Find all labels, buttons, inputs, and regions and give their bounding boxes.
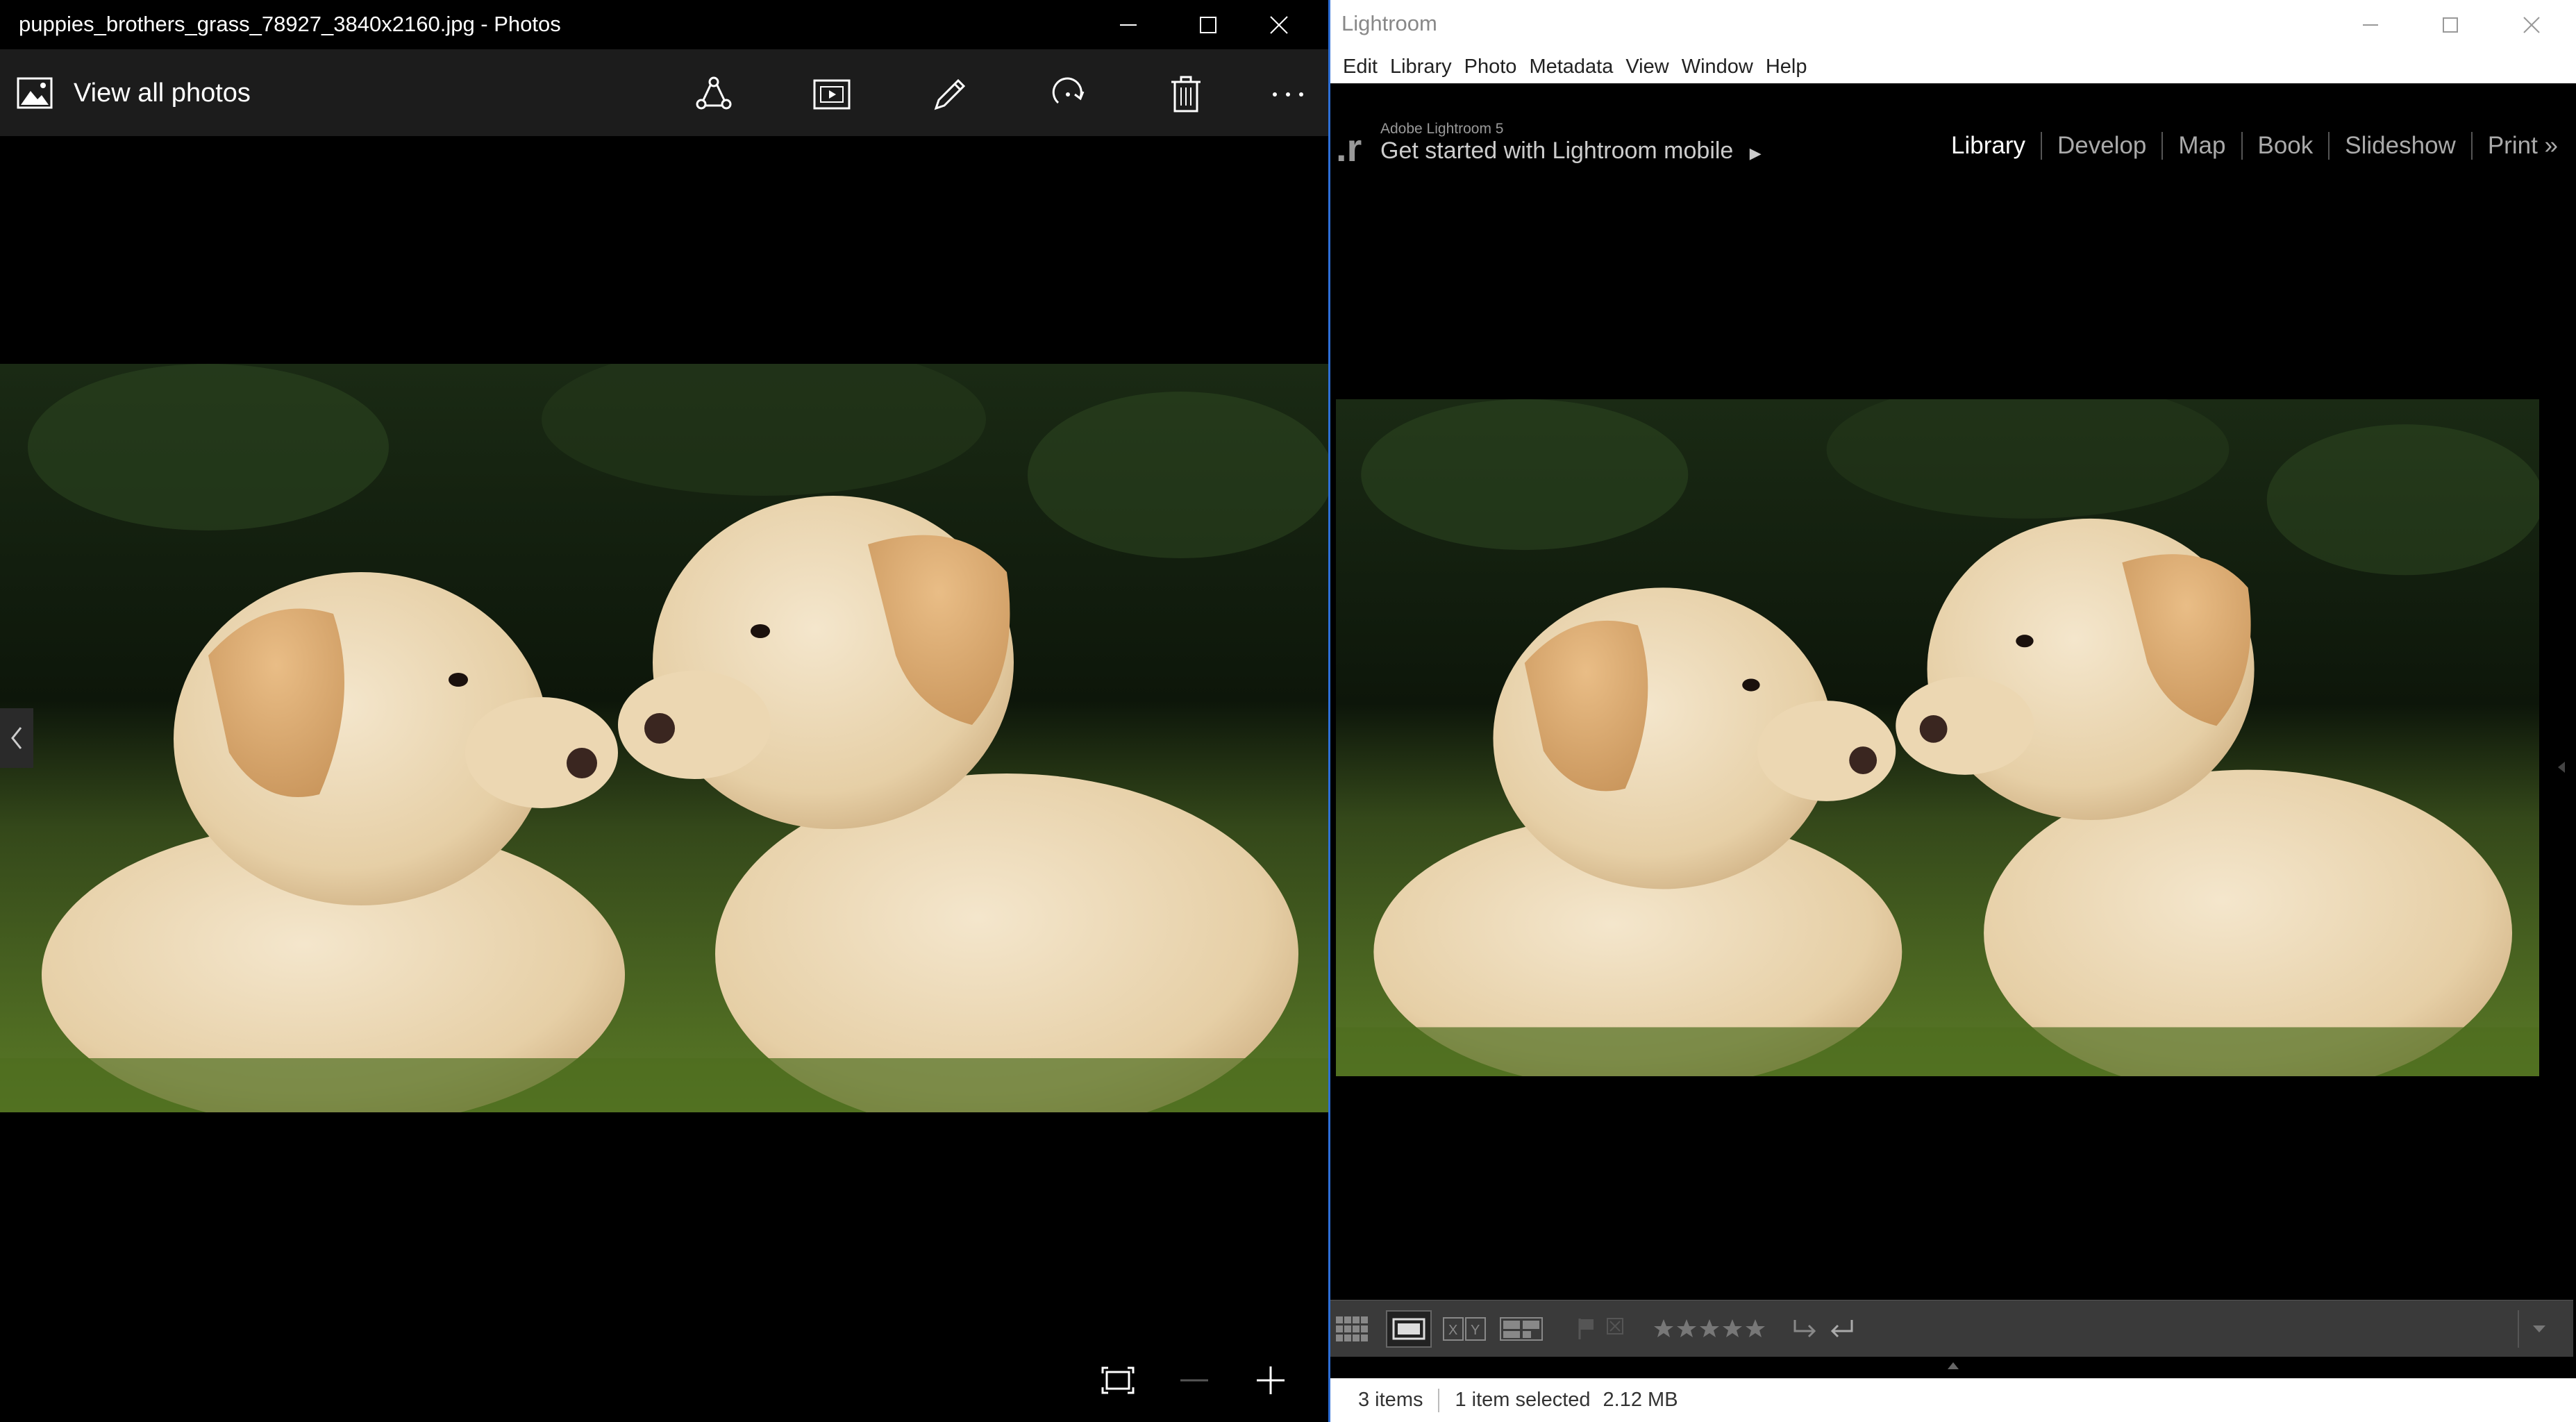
module-slideshow[interactable]: Slideshow: [2330, 132, 2473, 160]
menu-help[interactable]: Help: [1766, 56, 1807, 78]
rotate-icon: [1052, 77, 1085, 104]
module-print[interactable]: Print »: [2473, 132, 2562, 160]
delete-button[interactable]: [1148, 68, 1224, 121]
more-button[interactable]: [1250, 68, 1326, 121]
photos-toolbar: View all photos: [0, 49, 1328, 136]
lightroom-logo-icon: .r: [1336, 126, 1362, 169]
view-all-photos-label: View all photos: [74, 78, 251, 108]
share-button[interactable]: [676, 68, 752, 121]
puppy-photo[interactable]: [0, 364, 1328, 1112]
menu-library[interactable]: Library: [1390, 56, 1452, 78]
menu-window[interactable]: Window: [1682, 56, 1753, 78]
zoom-in-button[interactable]: [1239, 1354, 1302, 1407]
chevron-left-icon: [11, 727, 22, 749]
share-icon: [696, 76, 732, 110]
chevron-down-icon: [2533, 1325, 2545, 1332]
compare-view-button[interactable]: XY: [1440, 1310, 1489, 1348]
puppies-image: [1336, 399, 2539, 1076]
grid-view-button[interactable]: [1332, 1310, 1373, 1348]
lightroom-puppy-photo[interactable]: [1336, 399, 2539, 1076]
loupe-view-icon: [1392, 1318, 1425, 1340]
module-develop[interactable]: Develop: [2042, 132, 2164, 160]
lightroom-status-bar: 3 items 1 item selected 2.12 MB: [1330, 1378, 2576, 1422]
minimize-icon: [1120, 24, 1137, 26]
lightroom-mobile-label: Get started with Lightroom mobile: [1380, 137, 1734, 164]
photos-window: puppies_brothers_grass_78927_3840x2160.j…: [0, 0, 1328, 1422]
double-chevron-right-icon: »: [2544, 132, 2558, 159]
puppies-image: [0, 364, 1328, 1112]
selection-status: 1 item selected: [1455, 1389, 1591, 1411]
lightroom-close-button[interactable]: [2490, 0, 2573, 50]
flag-pick-button[interactable]: [1573, 1310, 1598, 1348]
photos-window-title: puppies_brothers_grass_78927_3840x2160.j…: [19, 12, 561, 36]
slideshow-button[interactable]: [794, 68, 870, 121]
minimize-icon: [2362, 24, 2378, 26]
slideshow-icon: [813, 79, 851, 110]
item-count: 3 items: [1358, 1389, 1423, 1411]
reject-flag-icon: [1607, 1318, 1623, 1335]
triangle-left-icon: [2558, 762, 2565, 773]
module-print-label: Print: [2487, 132, 2538, 159]
rotate-right-button[interactable]: [1826, 1310, 1858, 1348]
photo-gallery-icon: [17, 77, 53, 109]
file-size: 2.12 MB: [1603, 1389, 1678, 1411]
photos-titlebar: puppies_brothers_grass_78927_3840x2160.j…: [0, 0, 1328, 49]
menu-edit[interactable]: Edit: [1343, 56, 1378, 78]
menu-metadata[interactable]: Metadata: [1529, 56, 1613, 78]
delete-icon: [1171, 76, 1201, 112]
previous-photo-button[interactable]: [0, 708, 33, 768]
close-icon: [2523, 17, 2540, 33]
close-icon: [1269, 15, 1288, 34]
module-library[interactable]: Library: [1936, 132, 2042, 160]
zoom-out-button[interactable]: [1163, 1354, 1226, 1407]
lightroom-maximize-button[interactable]: [2410, 0, 2490, 50]
more-icon: [1273, 92, 1303, 97]
maximize-icon: [2442, 17, 2458, 33]
flag-reject-button[interactable]: [1603, 1310, 1628, 1348]
rotate-left-button[interactable]: [1789, 1310, 1821, 1348]
lightroom-titlebar: Lightroom: [1330, 0, 2576, 50]
loupe-view-button[interactable]: [1386, 1310, 1432, 1348]
rotate-left-icon: [1793, 1320, 1816, 1338]
edit-icon: [934, 78, 966, 110]
lightroom-menubar: Edit Library Photo Metadata View Window …: [1330, 50, 2576, 83]
identity-plate-subtitle: Adobe Lightroom 5: [1380, 121, 1504, 137]
rotate-button[interactable]: [1030, 68, 1106, 121]
menu-photo[interactable]: Photo: [1464, 56, 1517, 78]
flag-icon: [1578, 1319, 1594, 1339]
zoom-out-icon: [1180, 1379, 1208, 1382]
compare-view-icon: XY: [1443, 1317, 1486, 1341]
module-picker: Library Develop Map Book Slideshow Print…: [1936, 132, 2562, 160]
star-rating-icon: [1654, 1319, 1765, 1337]
view-all-photos-button[interactable]: View all photos: [17, 69, 251, 117]
menu-view[interactable]: View: [1625, 56, 1668, 78]
star-rating[interactable]: [1651, 1310, 1769, 1348]
fit-to-window-button[interactable]: [1087, 1354, 1149, 1407]
edit-button[interactable]: [912, 68, 988, 121]
right-panel-collapsed[interactable]: [2543, 177, 2576, 1300]
survey-view-icon: [1500, 1317, 1543, 1341]
bottom-panel-toggle[interactable]: [1330, 1361, 2576, 1375]
module-map[interactable]: Map: [2163, 132, 2243, 160]
triangle-up-icon: [1948, 1362, 1959, 1369]
lightroom-toolbar: XY: [1330, 1300, 2573, 1357]
lightroom-mobile-link[interactable]: Get started with Lightroom mobile ▶: [1380, 137, 1762, 165]
grid-view-icon: [1336, 1316, 1368, 1341]
rotate-right-icon: [1830, 1320, 1853, 1338]
status-divider: [1438, 1388, 1440, 1412]
zoom-in-icon: [1257, 1366, 1285, 1394]
photos-close-button[interactable]: [1229, 0, 1328, 49]
toolbar-content-dropdown[interactable]: [2518, 1310, 2559, 1348]
module-book[interactable]: Book: [2243, 132, 2330, 160]
lightroom-window-title: Lightroom: [1341, 11, 1437, 35]
fit-icon: [1101, 1366, 1135, 1394]
maximize-icon: [1200, 16, 1216, 33]
svg-text:Y: Y: [1471, 1323, 1480, 1338]
triangle-right-icon: ▶: [1749, 144, 1762, 162]
lightroom-window: Lightroom Edit Library Photo Metadata Vi…: [1328, 0, 2576, 1422]
svg-text:X: X: [1448, 1323, 1457, 1338]
lightroom-minimize-button[interactable]: [2330, 0, 2410, 50]
survey-view-button[interactable]: [1497, 1310, 1546, 1348]
